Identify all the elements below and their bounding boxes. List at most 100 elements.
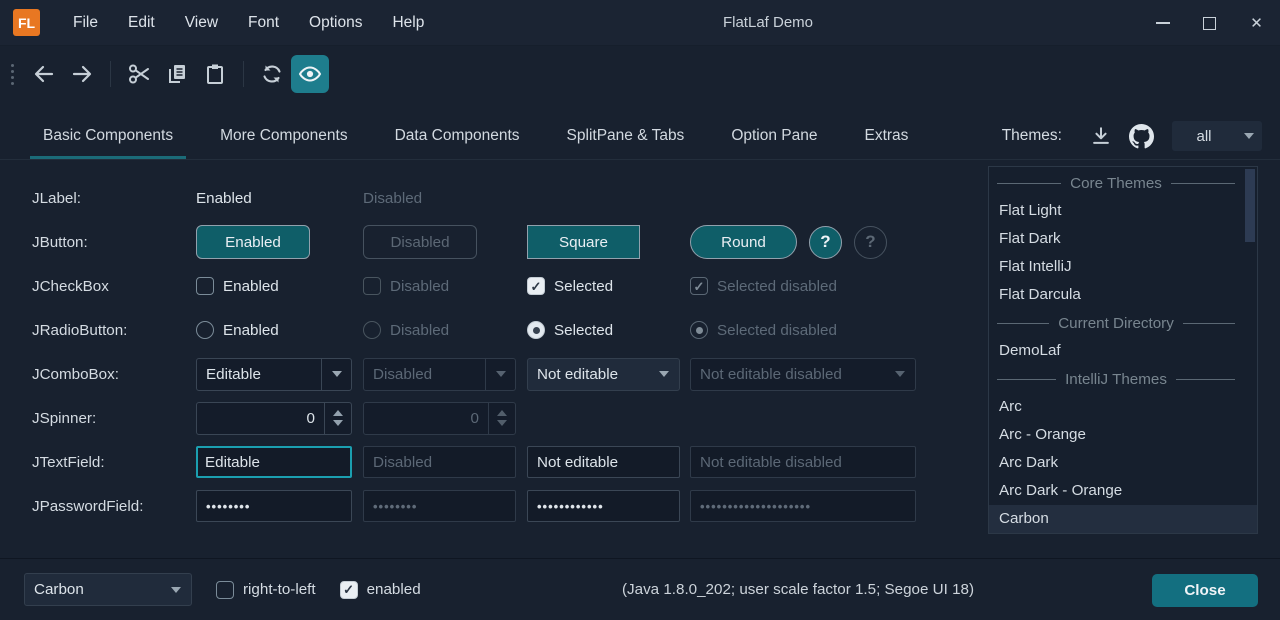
- radio-disabled-label: Disabled: [390, 322, 449, 339]
- textfield-editable-focused[interactable]: Editable: [196, 446, 352, 478]
- window-controls: ✕: [1139, 0, 1280, 46]
- eye-icon: [298, 62, 322, 86]
- themes-separator-intellij: IntelliJ Themes: [989, 365, 1257, 393]
- spinner-enabled[interactable]: 0: [196, 402, 352, 435]
- chevron-down-icon[interactable]: [321, 359, 351, 390]
- enabled-checkbox[interactable]: ✓ enabled: [340, 581, 421, 599]
- download-themes-button[interactable]: [1084, 120, 1118, 152]
- checkbox-selected-disabled-label: Selected disabled: [717, 278, 837, 295]
- theme-item-arc[interactable]: Arc: [989, 393, 1257, 421]
- theme-item-flat-dark[interactable]: Flat Dark: [989, 225, 1257, 253]
- scrollbar-thumb[interactable]: [1245, 169, 1255, 242]
- combobox-not-editable[interactable]: Not editable: [527, 358, 680, 391]
- checkbox-enabled-label: Enabled: [223, 278, 279, 295]
- jbutton-row-label: JButton:: [32, 234, 196, 251]
- menu-help[interactable]: Help: [377, 0, 439, 45]
- help-button[interactable]: ?: [809, 226, 842, 259]
- enabled-label: enabled: [367, 581, 421, 598]
- menu-view[interactable]: View: [170, 0, 233, 45]
- combobox-editable[interactable]: Editable: [196, 358, 352, 391]
- theme-item-arc-dark-orange[interactable]: Arc Dark - Orange: [989, 477, 1257, 505]
- checkbox-selected[interactable]: ✓ Selected: [527, 277, 690, 295]
- spinner-down-icon: [497, 420, 507, 426]
- chevron-down-icon: [885, 359, 915, 390]
- passwordfield-editable[interactable]: ••••••••: [196, 490, 352, 522]
- theme-item-flat-light[interactable]: Flat Light: [989, 197, 1257, 225]
- themes-separator-core: Core Themes: [989, 169, 1257, 197]
- theme-item-arc-orange[interactable]: Arc - Orange: [989, 421, 1257, 449]
- paste-clipboard-icon: [203, 62, 227, 86]
- radio-selected-icon: [527, 321, 545, 339]
- right-to-left-label: right-to-left: [243, 581, 316, 598]
- radio-enabled[interactable]: Enabled: [196, 321, 363, 339]
- forward-button[interactable]: [63, 55, 101, 93]
- themes-separator-current-directory: Current Directory: [989, 309, 1257, 337]
- spinner-down-icon[interactable]: [333, 420, 343, 426]
- copy-button[interactable]: [158, 55, 196, 93]
- right-to-left-checkbox[interactable]: right-to-left: [216, 581, 316, 599]
- close-icon: ✕: [1250, 14, 1263, 32]
- round-button[interactable]: Round: [690, 225, 797, 259]
- checkbox-checked-icon: ✓: [340, 581, 358, 599]
- passwordfield-disabled: ••••••••: [363, 490, 516, 522]
- menu-options[interactable]: Options: [294, 0, 377, 45]
- close-window-button[interactable]: ✕: [1233, 0, 1280, 46]
- maximize-button[interactable]: [1186, 0, 1233, 46]
- combobox-value: Not editable: [528, 366, 649, 383]
- menu-edit[interactable]: Edit: [113, 0, 170, 45]
- passwordfield-not-editable[interactable]: ••••••••••••: [527, 490, 680, 522]
- spinner-up-icon[interactable]: [333, 410, 343, 416]
- checkbox-enabled[interactable]: Enabled: [196, 277, 363, 295]
- minimize-icon: [1156, 22, 1170, 24]
- combobox-value: Not editable disabled: [691, 366, 885, 383]
- theme-item-carbon[interactable]: Carbon: [989, 505, 1257, 533]
- themes-header: Themes: all: [1002, 112, 1280, 160]
- basic-components-panel: JLabel: Enabled Disabled JButton: Enable…: [0, 160, 965, 528]
- github-link-button[interactable]: [1124, 120, 1158, 152]
- spinner-arrows: [488, 403, 515, 434]
- radio-disabled: Disabled: [363, 321, 527, 339]
- theme-item-flat-intellij[interactable]: Flat IntelliJ: [989, 253, 1257, 281]
- jradiobutton-row-label: JRadioButton:: [32, 322, 196, 339]
- themes-scrollbar[interactable]: [1245, 169, 1255, 531]
- cut-button[interactable]: [120, 55, 158, 93]
- spinner-up-icon: [497, 410, 507, 416]
- theme-item-demolaf[interactable]: DemoLaf: [989, 337, 1257, 365]
- minimize-button[interactable]: [1139, 0, 1186, 46]
- theme-item-arc-dark[interactable]: Arc Dark: [989, 449, 1257, 477]
- tab-extras[interactable]: Extras: [852, 112, 922, 159]
- spinner-value[interactable]: 0: [197, 403, 324, 434]
- textfield-not-editable[interactable]: Not editable: [527, 446, 680, 478]
- radio-selected[interactable]: Selected: [527, 321, 690, 339]
- jbutton-row: JButton: Enabled Disabled Square Round ?…: [32, 220, 965, 264]
- tab-data-components[interactable]: Data Components: [382, 112, 533, 159]
- menu-file[interactable]: File: [58, 0, 113, 45]
- square-button[interactable]: Square: [527, 225, 640, 259]
- refresh-button[interactable]: [253, 55, 291, 93]
- enabled-button[interactable]: Enabled: [196, 225, 310, 259]
- radio-icon: [196, 321, 214, 339]
- menu-font[interactable]: Font: [233, 0, 294, 45]
- toolbar-drag-grip[interactable]: [11, 64, 14, 85]
- tab-option-pane[interactable]: Option Pane: [718, 112, 830, 159]
- titlebar: FL File Edit View Font Options Help Flat…: [0, 0, 1280, 46]
- download-icon: [1090, 125, 1112, 147]
- jradiobutton-row: JRadioButton: Enabled Disabled Selected …: [32, 308, 965, 352]
- back-button[interactable]: [25, 55, 63, 93]
- radio-selected-disabled-label: Selected disabled: [717, 322, 837, 339]
- show-hover-info-toggle-button[interactable]: [291, 55, 329, 93]
- combobox-disabled: Disabled: [363, 358, 516, 391]
- theme-item-flat-darcula[interactable]: Flat Darcula: [989, 281, 1257, 309]
- runtime-info-text: (Java 1.8.0_202; user scale factor 1.5; …: [444, 581, 1152, 598]
- tab-more-components[interactable]: More Components: [207, 112, 361, 159]
- close-button[interactable]: Close: [1152, 574, 1258, 607]
- theme-selector-combobox[interactable]: Carbon: [24, 573, 192, 606]
- paste-button[interactable]: [196, 55, 234, 93]
- copy-icon: [165, 62, 189, 86]
- tab-splitpane-tabs[interactable]: SplitPane & Tabs: [554, 112, 698, 159]
- tab-basic-components[interactable]: Basic Components: [30, 112, 186, 159]
- themes-filter-combobox[interactable]: all: [1172, 121, 1262, 151]
- toolbar-separator: [243, 61, 244, 87]
- checkbox-icon: [196, 277, 214, 295]
- spinner-arrows[interactable]: [324, 403, 351, 434]
